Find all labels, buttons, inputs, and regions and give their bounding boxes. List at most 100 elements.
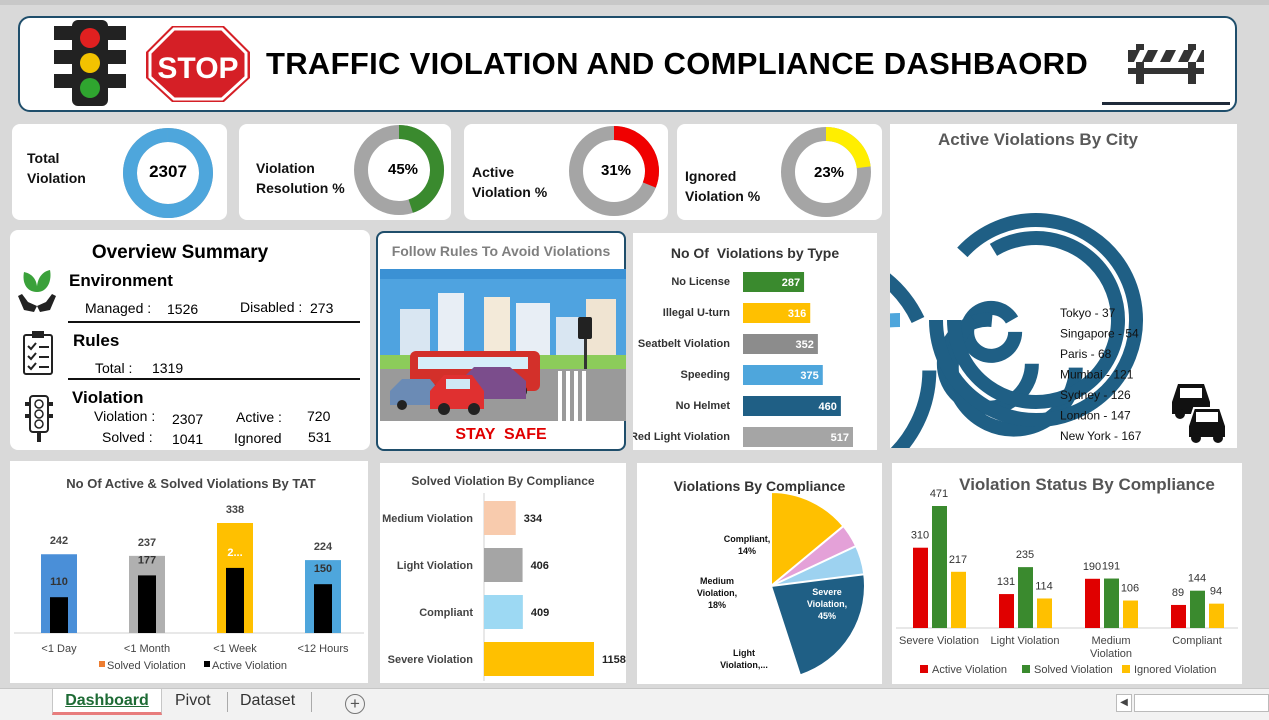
status-category-label: Medium Violation bbox=[1090, 635, 1132, 660]
tat-bar-chart: 242 110 <1 Day 237 177 <1 Month 338 2... <1 Week… bbox=[14, 504, 364, 672]
kpi-value-active: 31% bbox=[600, 162, 632, 179]
solved-bar-value: 334 bbox=[524, 513, 543, 525]
status-compliance-bar-chart: 310 471 217 Severe Violation 131 235 114 Light … bbox=[896, 488, 1238, 676]
environment-heading: Environment bbox=[69, 271, 173, 290]
status-bar-value: 217 bbox=[949, 554, 967, 566]
checklist-icon bbox=[23, 331, 53, 375]
status-bar-value: 310 bbox=[911, 530, 929, 542]
tat-solved-label: 338 bbox=[226, 504, 244, 516]
divider bbox=[68, 378, 360, 380]
compliance-pie-chart: Severe Violation, 45%Light Violation,...Med… bbox=[697, 490, 866, 677]
tat-legend-swatch-active bbox=[204, 661, 210, 667]
stay-safe-card: Follow Rules To Avoid Violations STAY SA… bbox=[376, 231, 626, 451]
status-bar bbox=[1018, 567, 1033, 628]
status-bar bbox=[1123, 600, 1138, 628]
environment-icon bbox=[18, 270, 56, 312]
type-category-label: No License bbox=[671, 276, 730, 288]
status-bar-value: 106 bbox=[1121, 583, 1139, 595]
header-underline bbox=[1102, 102, 1230, 105]
pie-slice-label: Light Violation,... bbox=[720, 648, 768, 670]
city-label: Singapore - 54 bbox=[1060, 327, 1139, 341]
city-label: Sydney - 126 bbox=[1060, 388, 1131, 402]
tat-legend-swatch-solved bbox=[99, 661, 105, 667]
status-category-label: Light Violation bbox=[991, 635, 1060, 647]
city-label: New York - 167 bbox=[1060, 429, 1142, 443]
kpi-card-active: Active Violation % 31% bbox=[464, 124, 668, 220]
pie-slice-label: Medium Violation, 18% bbox=[697, 576, 737, 610]
scroll-left-button[interactable]: ◀ bbox=[1116, 694, 1132, 712]
kpi-label-resolution: Violation Resolution % bbox=[256, 160, 345, 196]
overview-summary-panel: Overview Summary Environment Managed : 1… bbox=[10, 230, 370, 450]
status-bar bbox=[951, 571, 966, 628]
type-category-label: Seatbelt Violation bbox=[638, 338, 730, 350]
status-compliance-panel: Violation Status By Compliance 310 471 217… bbox=[892, 463, 1242, 684]
ignored-value: 531 bbox=[308, 429, 332, 445]
status-bar bbox=[932, 506, 947, 628]
kpi-card-ignored: Ignored Violation % 23% bbox=[677, 124, 882, 220]
rules-total-value: 1319 bbox=[152, 360, 184, 376]
tab-pivot[interactable]: Pivot bbox=[175, 689, 211, 715]
tab-separator bbox=[311, 692, 312, 712]
city-label: Tokyo - 37 bbox=[1060, 306, 1116, 320]
status-bar-value: 144 bbox=[1188, 573, 1206, 585]
compliance-pie-panel: Violations By Compliance Severe Violation… bbox=[637, 463, 882, 684]
status-category-label: Severe Violation bbox=[899, 635, 979, 647]
status-bar-value: 235 bbox=[1016, 549, 1034, 561]
status-bar bbox=[1171, 604, 1186, 628]
solved-bar bbox=[484, 548, 523, 582]
tat-category-label: <1 Week bbox=[213, 643, 257, 655]
kpi-card-resolution: Violation Resolution % 45% bbox=[239, 124, 451, 220]
tab-dataset[interactable]: Dataset bbox=[240, 689, 295, 715]
add-sheet-icon: + bbox=[350, 694, 360, 713]
status-legend-label: Ignored Violation bbox=[1134, 664, 1216, 676]
type-bar-value: 460 bbox=[819, 401, 837, 413]
disabled-value: 273 bbox=[310, 300, 334, 316]
status-bar bbox=[1104, 578, 1119, 628]
kpi-label-total: Total Violation bbox=[27, 150, 86, 186]
solved-label: Solved : bbox=[102, 429, 153, 445]
status-bar-value: 94 bbox=[1210, 586, 1222, 598]
status-bar bbox=[1209, 603, 1224, 628]
by-type-bar-chart: No License 287 Illegal U-turn 316 Seatbelt V… bbox=[633, 272, 853, 447]
tat-category-label: <12 Hours bbox=[297, 643, 349, 655]
solved-bar-value: 1158 bbox=[602, 654, 626, 666]
solved-value: 1041 bbox=[172, 431, 204, 447]
status-bar-value: 191 bbox=[1102, 561, 1120, 573]
type-bar-value: 287 bbox=[782, 277, 800, 289]
traffic-light-icon bbox=[54, 20, 126, 106]
sheet-top-edge bbox=[0, 0, 1269, 5]
solved-bar bbox=[484, 642, 594, 676]
solved-bar bbox=[484, 501, 516, 535]
active-label: Active : bbox=[236, 409, 282, 425]
status-legend-label: Solved Violation bbox=[1034, 664, 1113, 676]
type-category-label: Red Light Violation bbox=[633, 431, 730, 443]
type-bar-value: 517 bbox=[831, 432, 849, 444]
status-legend-label: Active Violation bbox=[932, 664, 1007, 676]
horizontal-scrollbar[interactable] bbox=[1134, 694, 1269, 712]
status-legend-swatch bbox=[920, 665, 928, 673]
traffic-scene-illustration bbox=[380, 269, 626, 421]
traffic-signal-small-icon bbox=[25, 395, 53, 442]
tab-dashboard[interactable]: Dashboard bbox=[52, 689, 162, 715]
kpi-donut-fill bbox=[825, 127, 871, 169]
active-value: 720 bbox=[307, 408, 331, 424]
solved-category-label: Severe Violation bbox=[388, 654, 474, 666]
kpi-label-ignored: Ignored Violation % bbox=[685, 168, 761, 204]
ignored-label: Ignored bbox=[234, 430, 282, 446]
status-bar-value: 89 bbox=[1172, 587, 1184, 599]
rules-total-label: Total : bbox=[95, 360, 133, 376]
kpi-label-active: Active Violation % bbox=[472, 164, 548, 200]
tat-solved-label: 242 bbox=[50, 535, 68, 547]
solved-category-label: Compliant bbox=[419, 607, 473, 619]
kpi-value-resolution: 45% bbox=[387, 161, 419, 178]
divider bbox=[68, 321, 360, 323]
status-bar-value: 131 bbox=[997, 576, 1015, 588]
tat-active-bar bbox=[226, 567, 244, 633]
add-sheet-button[interactable]: + bbox=[345, 694, 365, 714]
tat-category-label: <1 Month bbox=[124, 643, 170, 655]
type-bar-value: 375 bbox=[800, 370, 818, 382]
disabled-label: Disabled : bbox=[240, 299, 303, 315]
stop-sign-icon: STOP bbox=[146, 26, 250, 102]
solved-bar-value: 406 bbox=[531, 560, 549, 572]
violation-value: 2307 bbox=[172, 411, 204, 427]
